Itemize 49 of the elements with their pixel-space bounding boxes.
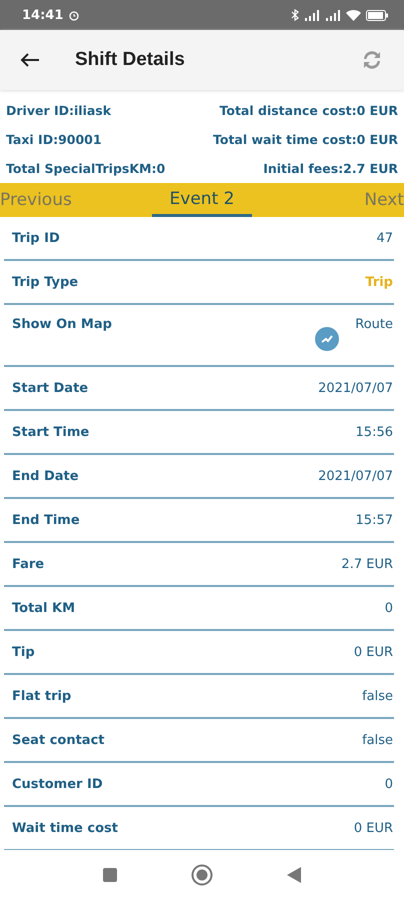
summary-text: Total SpecialTripsKM:0	[6, 161, 166, 176]
field-value: 2.7 EUR	[341, 556, 393, 572]
field-label: Tip	[12, 644, 36, 660]
summary-text: Driver ID:iliask	[6, 103, 112, 118]
alarm-icon	[68, 9, 80, 21]
field-label: Start Time	[12, 424, 90, 440]
field-label: Fare	[12, 556, 46, 572]
field-label: Flat trip	[12, 688, 72, 704]
field-value: 0 EUR	[354, 820, 393, 836]
field-value: 2021/07/07	[318, 468, 393, 484]
field-label: Trip ID	[12, 230, 61, 246]
back-arrow-icon[interactable]	[20, 52, 40, 68]
field-value: 0	[384, 600, 393, 616]
back-icon[interactable]	[287, 867, 301, 883]
field-value: 15:56	[356, 424, 393, 440]
wifi-icon	[346, 9, 361, 21]
signal-icon	[325, 10, 341, 20]
summary-text: Total distance cost:0 EUR	[220, 103, 398, 118]
home-icon[interactable]	[191, 864, 213, 886]
field-value: 2021/07/07	[318, 380, 393, 396]
field-value: false	[362, 688, 393, 704]
field-value: false	[362, 732, 393, 748]
field-value: 0 EUR	[354, 644, 393, 660]
field-value: 15:57	[356, 512, 393, 528]
summary-text: Total wait time cost:0 EUR	[213, 132, 398, 147]
field-label: Show On Map	[12, 317, 113, 332]
event-tab[interactable]: Previous	[0, 183, 152, 217]
bluetooth-icon	[291, 9, 299, 21]
field-label: Customer ID	[12, 776, 104, 792]
event-tab[interactable]: Next	[252, 183, 404, 217]
field-value: 47	[376, 230, 393, 246]
route-link[interactable]: Route	[355, 317, 393, 332]
status-time: 14:41	[22, 8, 64, 22]
field-label: Total KM	[12, 600, 76, 616]
field-label: End Date	[12, 468, 80, 484]
map-icon[interactable]	[315, 327, 340, 351]
screen-title: Shift Details	[75, 49, 185, 71]
field-value: Trip	[365, 274, 393, 290]
field-label: Seat contact	[12, 732, 106, 748]
summary-text: Initial fees:2.7 EUR	[263, 161, 398, 176]
field-label: Wait time cost	[12, 820, 119, 836]
battery-icon	[366, 10, 388, 20]
field-label: End Time	[12, 512, 81, 528]
field-label: Trip Type	[12, 274, 80, 290]
signal-icon	[304, 10, 320, 20]
field-label: Start Date	[12, 380, 90, 396]
summary-text: Taxi ID:90001	[6, 132, 102, 147]
event-tab[interactable]: Event 2	[152, 183, 252, 217]
field-value: 0	[384, 776, 393, 792]
